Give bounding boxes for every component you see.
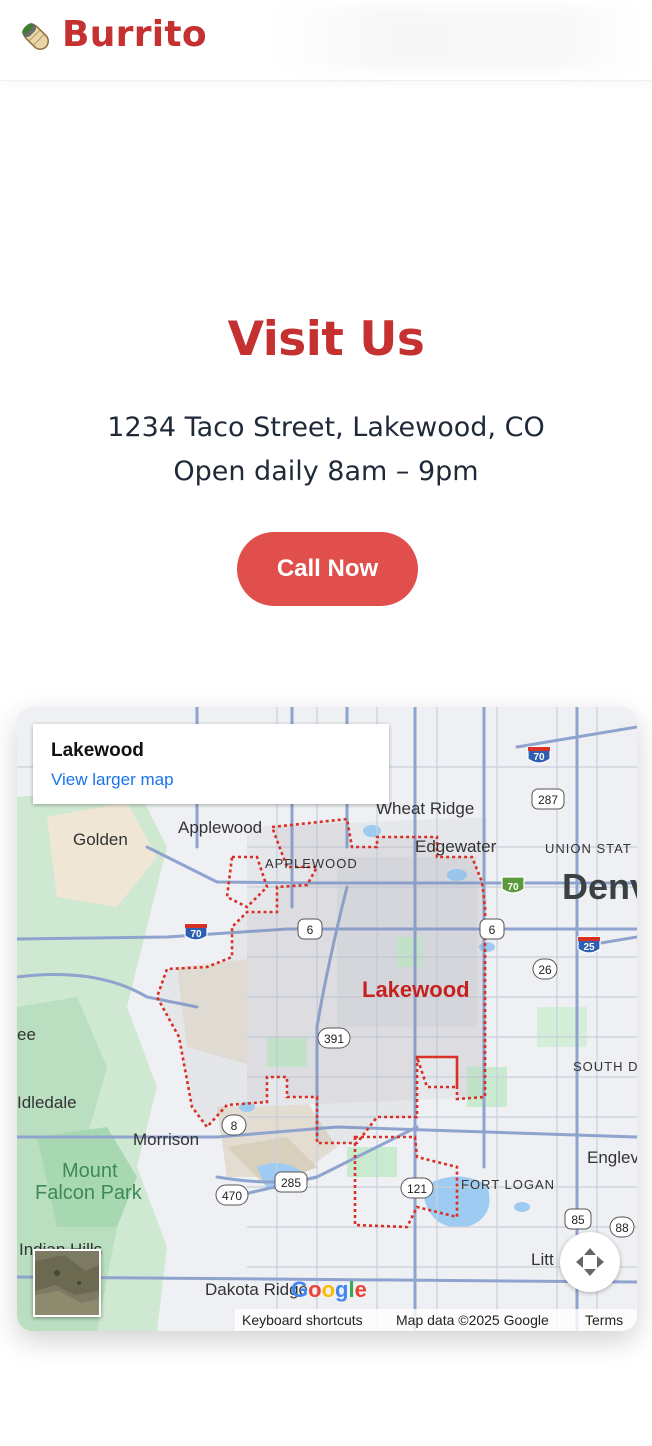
header-blur-overlay: [270, 6, 642, 70]
fullscreen-button[interactable]: [560, 1232, 620, 1292]
edgewater-label: Edgewater: [415, 837, 497, 856]
us287-shield-label: 287: [538, 793, 558, 807]
terms-link[interactable]: Terms: [585, 1312, 623, 1328]
us6-shield-label: 6: [307, 923, 314, 937]
route470-shield-label: 470: [222, 1189, 242, 1203]
morrison-label: Morrison: [133, 1130, 199, 1149]
hours-text: Open daily 8am – 9pm: [173, 456, 479, 487]
idledale-label: Idledale: [17, 1093, 77, 1112]
keyboard-shortcuts-link[interactable]: Keyboard shortcuts: [242, 1312, 363, 1328]
satellite-toggle-button[interactable]: [33, 1249, 101, 1317]
burrito-icon[interactable]: [16, 17, 56, 57]
i70-shield-label: 70: [533, 752, 545, 763]
route26-shield-label: 26: [538, 963, 552, 977]
union-station-label: UNION STAT: [545, 841, 632, 856]
littleton-label: Litt: [531, 1250, 554, 1269]
fort-logan-label: FORT LOGAN: [461, 1177, 555, 1192]
us285-shield-label: 285: [281, 1176, 301, 1190]
applewood-label: Applewood: [178, 818, 262, 837]
englewood-label: Englev: [587, 1148, 637, 1167]
map-data-text: Map data ©2025 Google: [396, 1312, 549, 1328]
i25-shield-label: 25: [583, 942, 595, 953]
i70-shield-label: 70: [190, 929, 202, 940]
us6-shield-label: 6: [489, 923, 496, 937]
map-embed[interactable]: Lakewood Wheat Ridge Golden Applewood AP…: [17, 707, 637, 1331]
edge-fragment-label: ee: [17, 1025, 36, 1044]
address-text: 1234 Taco Street, Lakewood, CO: [107, 412, 545, 443]
expand-arrows-icon: [576, 1248, 604, 1276]
section-title: Visit Us: [227, 312, 425, 367]
golden-label: Golden: [73, 830, 128, 849]
route121-shield-label: 121: [407, 1182, 427, 1196]
applewood-district-label: APPLEWOOD: [265, 856, 358, 871]
denver-label: Denv: [562, 866, 637, 907]
route391-shield-label: 391: [324, 1032, 344, 1046]
map-attribution-bar: Keyboard shortcuts Map data ©2025 Google…: [235, 1309, 637, 1331]
route8-shield-label: 8: [231, 1119, 238, 1133]
lakewood-map-label: Lakewood: [362, 977, 470, 1002]
south-denver-label: SOUTH D: [573, 1059, 637, 1074]
satellite-thumbnail-icon: [35, 1251, 99, 1315]
place-name: Lakewood: [51, 740, 144, 761]
i70-business-shield-label: 70: [507, 882, 519, 893]
mount-label: Mount: [62, 1160, 118, 1182]
us85-shield-label: 85: [571, 1213, 585, 1227]
brand-name[interactable]: Burrito: [62, 14, 207, 55]
google-logo: Google: [291, 1277, 367, 1302]
view-larger-map-link[interactable]: View larger map: [51, 770, 174, 790]
place-info-card: Lakewood View larger map: [33, 724, 389, 804]
site-header: Burrito: [0, 0, 652, 81]
call-now-button[interactable]: Call Now: [237, 532, 418, 606]
falcon-park-label: Falcon Park: [35, 1182, 143, 1204]
wheat-ridge-label: Wheat Ridge: [376, 799, 474, 818]
